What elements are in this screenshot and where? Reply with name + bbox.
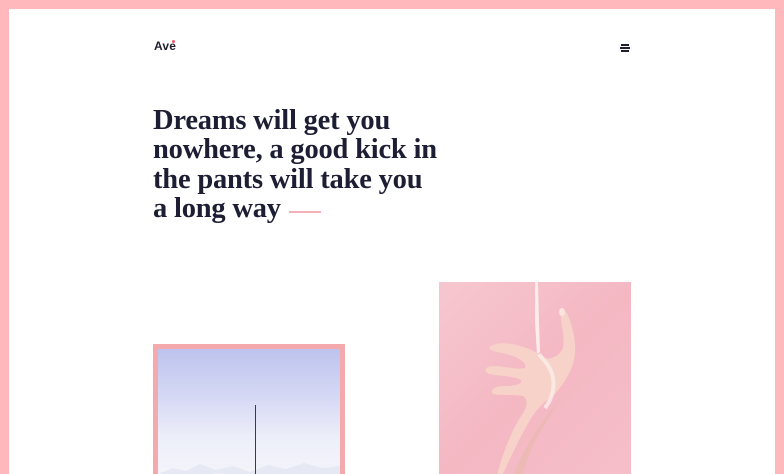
headline-line-2: nowhere, a good kick in bbox=[153, 134, 437, 166]
menu-line-middle bbox=[620, 47, 630, 49]
hand-milk-photo bbox=[485, 282, 576, 474]
menu-line-bottom bbox=[621, 50, 629, 52]
headline-line-3: the pants will take you bbox=[153, 163, 423, 195]
headline-line-1: Dreams will get you bbox=[153, 105, 391, 136]
hamburger-menu-icon[interactable] bbox=[617, 42, 633, 54]
antenna-mast bbox=[255, 405, 256, 474]
distant-mountains bbox=[158, 463, 340, 474]
headline-accent-dash bbox=[288, 211, 321, 214]
gallery-card-sky[interactable] bbox=[153, 344, 345, 474]
headline-line-4: a long way bbox=[153, 192, 281, 224]
menu-line-top bbox=[621, 44, 629, 46]
logo-accent-dot bbox=[172, 40, 175, 43]
gallery-card-hand[interactable] bbox=[439, 282, 631, 474]
page-frame: Ave Dreams will get you nowhere, a good … bbox=[9, 9, 775, 474]
sky-mast-photo bbox=[158, 349, 340, 474]
hero-headline: Dreams will get you nowhere, a good kick… bbox=[153, 106, 473, 223]
